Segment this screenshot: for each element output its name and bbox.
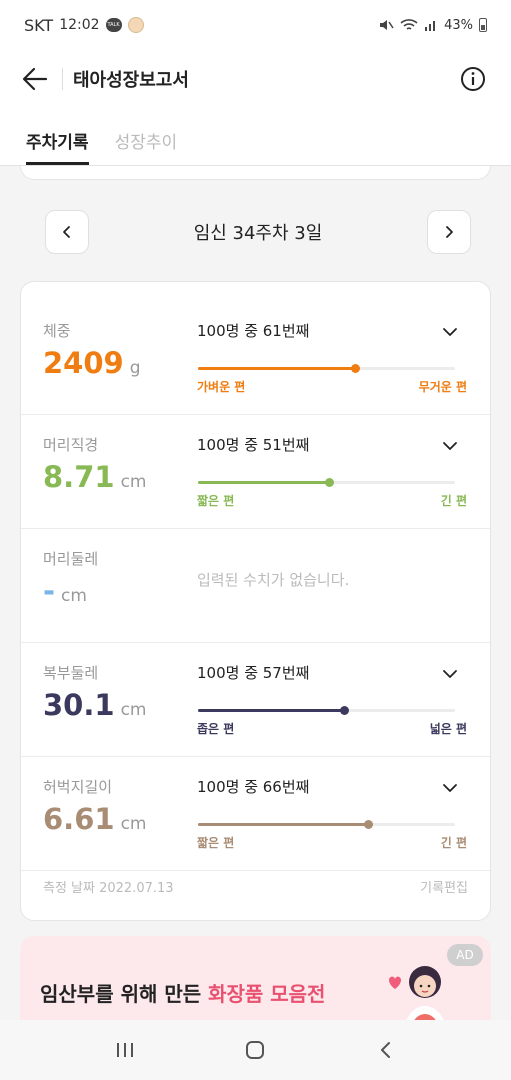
previous-card-edge — [20, 166, 491, 180]
recent-apps-button[interactable] — [105, 1030, 145, 1070]
rank-text: 100명 중 57번째 — [197, 664, 310, 682]
system-back-button[interactable] — [366, 1030, 406, 1070]
card-footer: 측정 날짜 2022.07.13 기록편집 — [21, 852, 490, 920]
metric-row-head-circumference: 머리둘레 - cm 입력된 수치가 없습니다. — [21, 529, 490, 643]
rank-text: 100명 중 51번째 — [197, 436, 310, 454]
low-label: 가벼운 편 — [197, 380, 246, 394]
battery-percent: 43% — [444, 17, 473, 33]
next-week-button[interactable] — [426, 210, 471, 254]
metric-unit: cm — [120, 700, 147, 720]
chevron-down-icon[interactable] — [440, 322, 460, 342]
chevron-down-icon[interactable] — [440, 436, 460, 456]
ad-headline: 임산부를 위해 만든 화장품 모음전 — [40, 982, 326, 1006]
high-label: 무거운 편 — [418, 380, 467, 394]
metric-label: 복부둘레 — [43, 664, 99, 682]
home-button[interactable] — [235, 1030, 275, 1070]
high-label: 긴 편 — [440, 836, 467, 850]
edit-record-button[interactable]: 기록편집 — [420, 877, 468, 896]
metric-value: 8.71 cm — [43, 460, 147, 494]
back-button[interactable] — [22, 59, 62, 99]
status-bar: SKT 12:02 TALK 43% — [0, 0, 511, 50]
percentile-track — [198, 706, 455, 715]
system-navigation-bar — [0, 1020, 511, 1080]
low-label: 좁은 편 — [197, 722, 235, 736]
high-label: 넓은 편 — [429, 722, 467, 736]
metric-label: 체중 — [43, 322, 71, 340]
percentile-marker — [350, 364, 360, 373]
metric-value: 30.1 cm — [43, 688, 147, 722]
battery-icon — [479, 18, 487, 32]
metric-unit: cm — [120, 814, 147, 834]
metric-unit: g — [129, 358, 141, 378]
measurement-date: 측정 날짜 2022.07.13 — [43, 880, 174, 896]
tab-weekly-record[interactable]: 주차기록 — [26, 108, 89, 165]
prev-week-button[interactable] — [45, 210, 89, 254]
percentile-marker — [340, 706, 350, 715]
metric-label: 머리직경 — [43, 436, 99, 454]
carrier-label: SKT — [24, 15, 54, 35]
signal-icon — [425, 21, 436, 31]
clock: 12:02 — [59, 17, 100, 33]
back-chevron-icon — [380, 1042, 390, 1058]
percentile-fill — [198, 367, 355, 370]
info-icon — [461, 67, 485, 91]
metric-row-head-diameter: 머리직경 8.71 cm 100명 중 51번째 짧은 편 긴 편 — [21, 415, 490, 529]
chevron-left-icon — [63, 226, 70, 238]
rank-text: 100명 중 66번째 — [197, 778, 310, 796]
metric-value: 6.61 cm — [43, 802, 147, 836]
info-button[interactable] — [457, 63, 489, 95]
metric-row-abdominal-circumference: 복부둘레 30.1 cm 100명 중 57번째 좁은 편 넓은 편 — [21, 643, 490, 757]
metric-label: 허벅지길이 — [43, 778, 113, 796]
wifi-icon — [400, 19, 418, 30]
percentile-marker — [363, 820, 373, 829]
app-bar: 태아성장보고서 — [0, 50, 511, 108]
rank-text: 100명 중 61번째 — [197, 322, 310, 340]
arrow-left-icon — [22, 67, 48, 91]
percentile-fill — [198, 481, 330, 484]
ad-headline-accent: 화장품 모음전 — [208, 982, 326, 1006]
empty-message: 입력된 수치가 없습니다. — [197, 571, 350, 589]
metrics-card: 체중 2409 g 100명 중 61번째 가벼운 편 무거운 편 머리직경 8.… — [20, 281, 491, 921]
percentile-marker — [325, 478, 335, 487]
chevron-down-icon[interactable] — [440, 664, 460, 684]
metric-value: - cm — [43, 574, 87, 608]
kakaotalk-icon: TALK — [105, 18, 122, 32]
metric-unit: cm — [120, 472, 147, 492]
baby-face-icon — [127, 17, 144, 33]
low-label: 짧은 편 — [197, 836, 235, 850]
metric-unit: cm — [61, 586, 87, 606]
chevron-down-icon[interactable] — [440, 778, 460, 798]
page-title: 태아성장보고서 — [73, 70, 189, 91]
week-label: 임신 34주차 3일 — [193, 223, 323, 244]
title-divider — [62, 68, 63, 90]
tab-growth-trend[interactable]: 성장추이 — [115, 108, 178, 165]
recent-apps-icon — [117, 1043, 134, 1057]
percentile-fill — [198, 823, 368, 826]
percentile-track — [198, 820, 455, 829]
metric-value: 2409 g — [43, 346, 141, 380]
tab-bar: 주차기록 성장추이 — [0, 108, 511, 166]
metric-label: 머리둘레 — [43, 550, 99, 568]
percentile-track — [198, 478, 455, 487]
metric-row-weight: 체중 2409 g 100명 중 61번째 가벼운 편 무거운 편 — [21, 282, 490, 415]
week-navigator: 임신 34주차 3일 — [45, 210, 471, 254]
mute-icon — [380, 20, 394, 30]
high-label: 긴 편 — [440, 494, 467, 508]
low-label: 짧은 편 — [197, 494, 235, 508]
percentile-track — [198, 364, 455, 373]
home-icon — [246, 1041, 265, 1059]
percentile-fill — [198, 709, 345, 712]
chevron-right-icon — [446, 226, 453, 238]
